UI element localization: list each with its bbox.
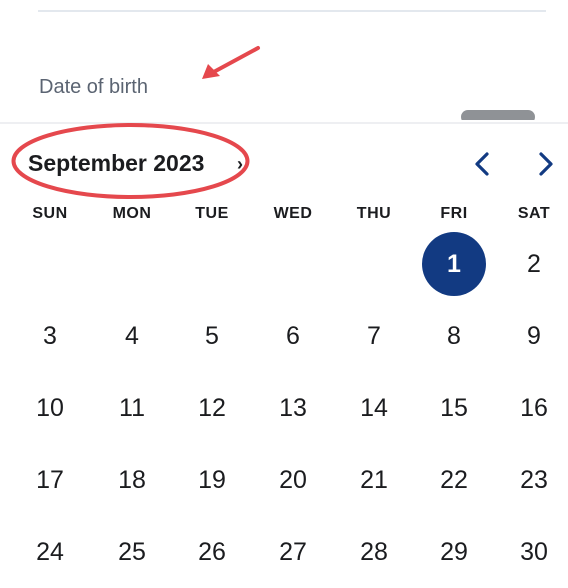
calendar-day-number: 19 (198, 466, 226, 494)
calendar-day-number: 8 (447, 322, 461, 350)
calendar-day[interactable]: 8 (418, 300, 490, 372)
weekday-mon: MON (112, 205, 152, 222)
calendar-day-number: 27 (279, 538, 307, 566)
weekday-sun: SUN (32, 205, 68, 222)
calendar-day[interactable]: 28 (338, 516, 410, 588)
calendar-day[interactable]: 20 (257, 444, 329, 516)
field-divider (38, 10, 546, 12)
weekday-thu: THU (356, 205, 392, 222)
calendar-day-number: 17 (36, 466, 64, 494)
calendar-day[interactable]: 26 (176, 516, 248, 588)
calendar-day-number: 12 (198, 394, 226, 422)
weekday-sat: SAT (517, 205, 551, 222)
date-of-birth-label: Date of birth (39, 76, 148, 98)
annotation-ellipse (11, 123, 250, 199)
calendar-day-number: 25 (118, 538, 146, 566)
calendar-day[interactable]: 29 (418, 516, 490, 588)
calendar-day-number: 5 (205, 322, 219, 350)
annotation-arrow-icon (202, 46, 260, 79)
calendar-day-number: 23 (520, 466, 548, 494)
calendar-day[interactable]: 27 (257, 516, 329, 588)
calendar-day-number: 14 (360, 394, 388, 422)
calendar-day[interactable]: 9 (498, 300, 568, 372)
calendar-day-number: 26 (198, 538, 226, 566)
calendar-day-number: 30 (520, 538, 548, 566)
calendar-day[interactable]: 25 (96, 516, 168, 588)
chevron-left-icon (475, 152, 489, 176)
calendar-day[interactable]: 17 (14, 444, 86, 516)
sheet-grabber-handle[interactable] (461, 110, 535, 120)
calendar-day-selected[interactable]: 1 (418, 228, 490, 300)
calendar-day-number: 22 (440, 466, 468, 494)
calendar-day[interactable]: 23 (498, 444, 568, 516)
chevron-right-icon (539, 152, 553, 176)
calendar-day-number: 15 (440, 394, 468, 422)
weekday-tue: TUE (195, 205, 229, 222)
calendar-day[interactable]: 18 (96, 444, 168, 516)
calendar-day[interactable]: 30 (498, 516, 568, 588)
calendar-day-number: 13 (279, 394, 307, 422)
weekday-wed: WED (273, 205, 313, 222)
calendar-day[interactable]: 19 (176, 444, 248, 516)
calendar-day-number: 3 (43, 322, 57, 350)
calendar-day-number: 29 (440, 538, 468, 566)
calendar-day-number: 11 (119, 394, 145, 422)
calendar-day[interactable]: 11 (96, 372, 168, 444)
calendar-day[interactable]: 2 (498, 228, 568, 300)
calendar-day-number: 18 (118, 466, 146, 494)
calendar-day-number: 28 (360, 538, 388, 566)
next-month-button[interactable] (530, 148, 562, 180)
calendar-day[interactable]: 5 (176, 300, 248, 372)
calendar-day[interactable]: 4 (96, 300, 168, 372)
previous-month-button[interactable] (466, 148, 498, 180)
calendar-day[interactable]: 3 (14, 300, 86, 372)
calendar-day[interactable]: 7 (338, 300, 410, 372)
calendar-day[interactable]: 14 (338, 372, 410, 444)
calendar-day-number: 20 (279, 466, 307, 494)
calendar-day-number: 24 (36, 538, 64, 566)
calendar-day-number: 16 (520, 394, 548, 422)
weekday-fri: FRI (440, 205, 468, 222)
calendar-day[interactable]: 10 (14, 372, 86, 444)
calendar-day-number: 1 (447, 250, 461, 278)
calendar-day[interactable]: 22 (418, 444, 490, 516)
calendar-day[interactable]: 24 (14, 516, 86, 588)
calendar-day[interactable]: 6 (257, 300, 329, 372)
calendar-day-number: 7 (367, 322, 381, 350)
calendar-day[interactable]: 13 (257, 372, 329, 444)
calendar-day-number: 10 (36, 394, 64, 422)
calendar-day-number: 2 (527, 250, 541, 278)
calendar-day[interactable]: 21 (338, 444, 410, 516)
calendar-day[interactable]: 15 (418, 372, 490, 444)
calendar-day[interactable]: 16 (498, 372, 568, 444)
calendar-day-number: 21 (360, 466, 388, 494)
calendar-day-number: 4 (125, 322, 139, 350)
calendar-day-number: 9 (527, 322, 541, 350)
calendar-day[interactable]: 12 (176, 372, 248, 444)
calendar-day-number: 6 (286, 322, 300, 350)
